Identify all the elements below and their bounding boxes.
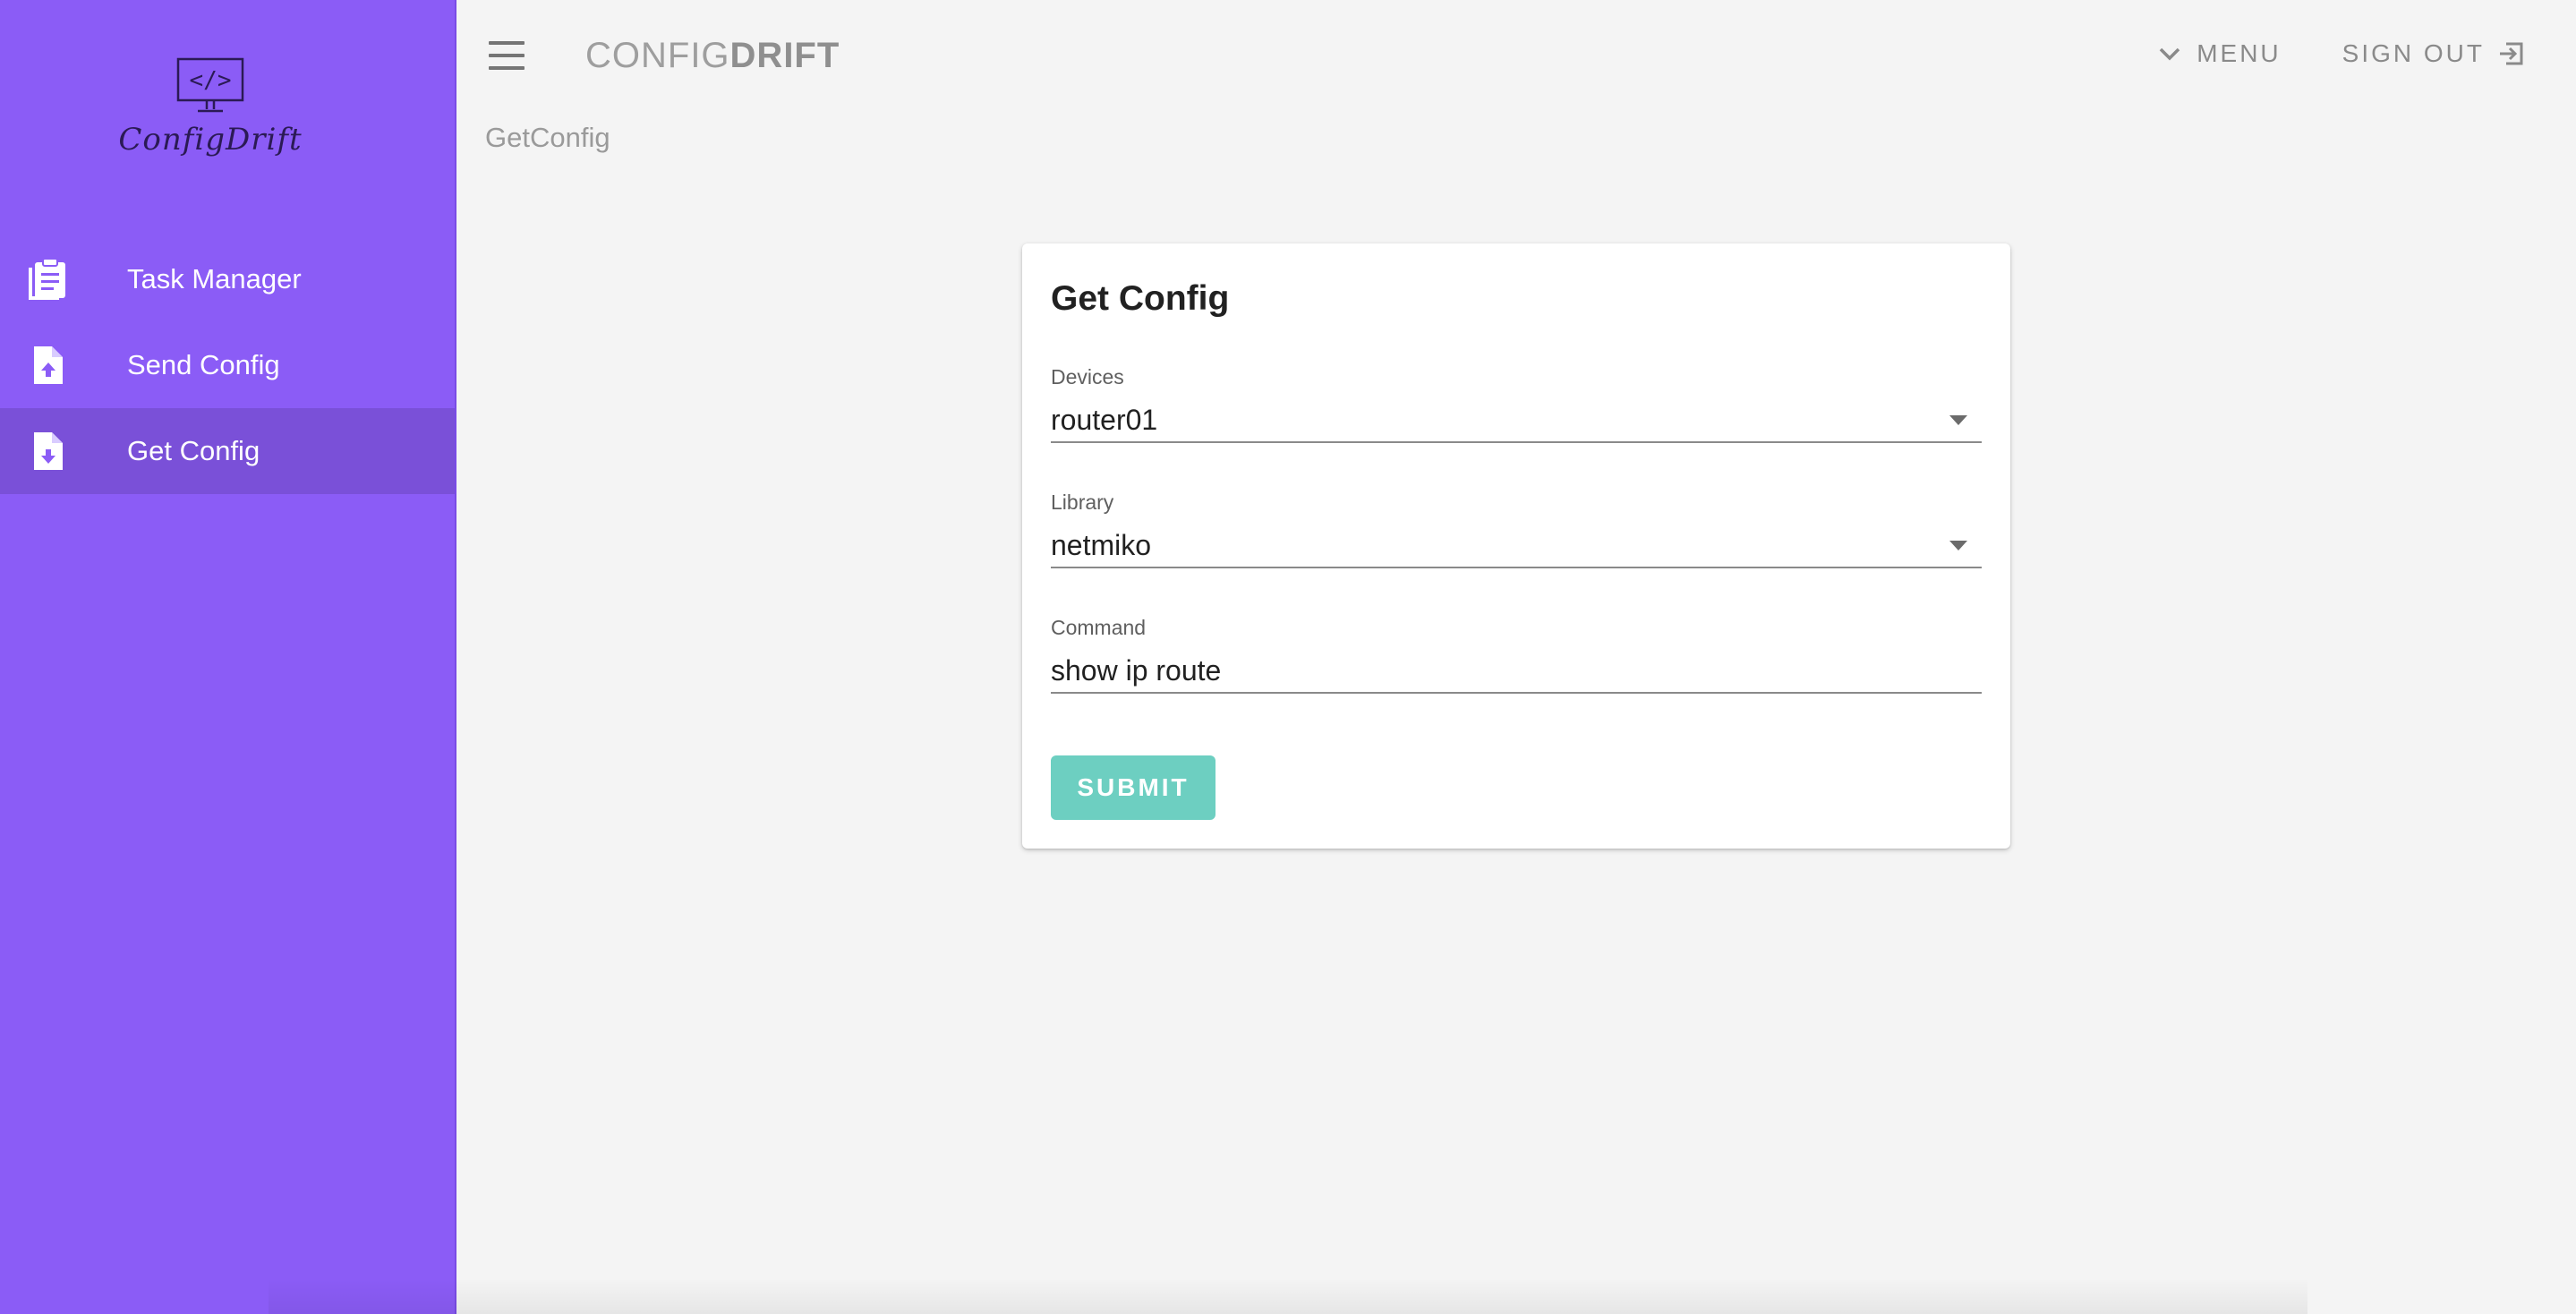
- hamburger-menu-icon[interactable]: [489, 41, 525, 70]
- clipboard-icon: [0, 257, 127, 302]
- bottom-shadow: [269, 1278, 2307, 1314]
- app-root: </> ConfigDrift Task Manager Send Config…: [0, 0, 2576, 1314]
- form-title: Get Config: [1051, 279, 1230, 318]
- sidebar: </> ConfigDrift Task Manager Send Config…: [0, 0, 456, 1314]
- svg-text:</>: </>: [190, 67, 232, 94]
- sidebar-nav: Task Manager Send Config Get Config: [0, 236, 455, 494]
- brand-title-bold: DRIFT: [729, 36, 840, 75]
- command-field: Command show ip route: [1051, 616, 1982, 694]
- brand-title-light: CONFIG: [585, 36, 730, 75]
- dropdown-arrow-icon: [1949, 540, 1967, 550]
- command-label: Command: [1051, 616, 1147, 639]
- library-value: netmiko: [1051, 528, 1152, 561]
- sidebar-item-send-config[interactable]: Send Config: [0, 322, 455, 408]
- get-config-form-card: Get Config Devices router01 Library netm…: [1022, 243, 2010, 849]
- sidebar-item-label: Get Config: [127, 435, 260, 466]
- monitor-code-icon: </>: [176, 57, 244, 113]
- breadcrumb: GetConfig: [485, 122, 610, 153]
- file-download-icon: [0, 429, 127, 474]
- menu-label: MENU: [2196, 39, 2282, 67]
- sidebar-item-label: Task Manager: [127, 263, 302, 294]
- sidebar-item-get-config[interactable]: Get Config: [0, 408, 455, 494]
- dropdown-arrow-icon: [1949, 414, 1967, 425]
- sidebar-item-label: Send Config: [127, 349, 280, 380]
- devices-value: router01: [1051, 403, 1158, 436]
- library-field: Library netmiko: [1051, 491, 1982, 568]
- app-logo[interactable]: </> ConfigDrift: [118, 55, 302, 172]
- brand-title: CONFIGDRIFT: [585, 36, 840, 76]
- file-upload-icon: [0, 343, 127, 388]
- sign-out-icon: [2500, 42, 2523, 65]
- command-value: show ip route: [1051, 653, 1222, 687]
- command-input[interactable]: show ip route: [1051, 649, 1982, 694]
- devices-field: Devices router01: [1051, 365, 1982, 443]
- chevron-down-icon: [2159, 47, 2180, 61]
- submit-button[interactable]: SUBMIT: [1051, 755, 1215, 820]
- sign-out-button[interactable]: SIGN OUT: [2342, 39, 2526, 68]
- devices-select[interactable]: router01: [1051, 398, 1982, 443]
- menu-button[interactable]: MENU: [2155, 39, 2281, 68]
- sidebar-item-task-manager[interactable]: Task Manager: [0, 236, 455, 322]
- library-label: Library: [1051, 491, 1114, 514]
- devices-label: Devices: [1051, 365, 1124, 388]
- library-select[interactable]: netmiko: [1051, 524, 1982, 568]
- logo-text: ConfigDrift: [118, 122, 303, 158]
- header-actions: MENU SIGN OUT: [2155, 39, 2526, 68]
- sign-out-label: SIGN OUT: [2341, 39, 2485, 67]
